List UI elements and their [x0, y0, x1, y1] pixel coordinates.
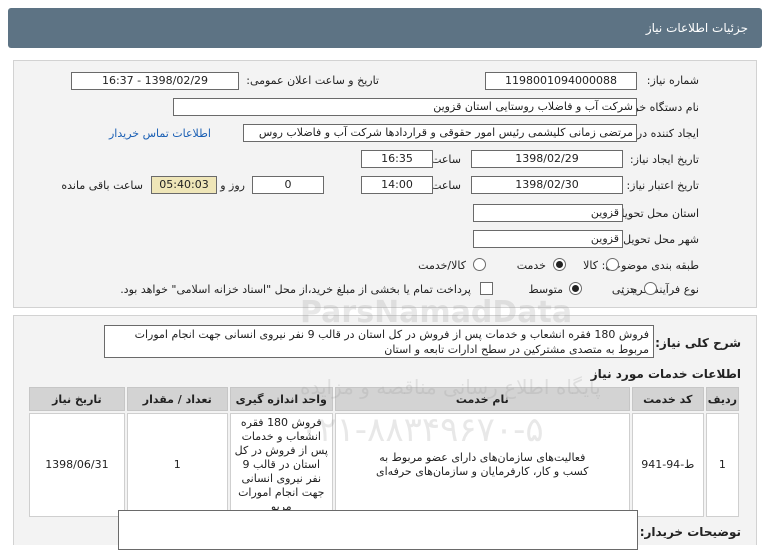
category-radio-goods-service[interactable]: [473, 258, 486, 271]
description-label: شرح کلی نیاز:: [655, 336, 741, 350]
category-goods-service-label: کالا/خدمت: [418, 259, 466, 272]
announce-label: تاریخ و ساعت اعلان عمومی:: [246, 74, 379, 87]
category-radio-goods[interactable]: [606, 258, 619, 271]
cell-date: 1398/06/31: [29, 413, 125, 517]
category-radio-service[interactable]: [553, 258, 566, 271]
process-radio-medium[interactable]: [569, 282, 582, 295]
remaining-time-field: 05:40:03: [151, 176, 217, 194]
announce-field: 1398/02/29 - 16:37: [71, 72, 239, 90]
watermark-phone: ۰۲۱-۸۸۳۴۹۶۷۰-۵: [300, 410, 544, 450]
buyer-contact-link[interactable]: اطلاعات تماس خریدار: [109, 127, 211, 140]
days-label: روز و: [220, 179, 245, 192]
process-radio-minor[interactable]: [644, 282, 657, 295]
cell-row: 1: [705, 413, 739, 517]
need-number-field: 1198001094000088: [485, 72, 637, 90]
need-details-panel: شماره نیاز: 1198001094000088 تاریخ و ساع…: [13, 60, 757, 308]
col-row: ردیف: [705, 387, 739, 411]
days-field: 0: [252, 176, 324, 194]
created-date-field: 1398/02/29: [471, 150, 623, 168]
validity-time-field: 14:00: [361, 176, 433, 194]
requester-field: مرتضی زمانی کلیشمی رئیس امور حقوقی و قرا…: [243, 124, 637, 142]
city-label: شهر محل تحویل:: [619, 233, 699, 246]
watermark-brand: ParsNamadData: [300, 295, 573, 330]
validity-date-field: 1398/02/30: [471, 176, 623, 194]
created-time-label: ساعت: [431, 153, 461, 166]
buyer-org-field: شرکت آب و فاضلاب روستایی استان قزوین: [173, 98, 637, 116]
cell-code: ط-94-941: [631, 413, 704, 517]
city-field: قزوین: [473, 230, 623, 248]
watermark-text: پایگاه اطلاع رسانی مناقصه و مزایده: [300, 375, 601, 399]
treasury-payment-checkbox[interactable]: [480, 282, 493, 295]
page-title: جزئیات اطلاعات نیاز: [645, 21, 748, 35]
category-service-label: خدمت: [516, 259, 546, 272]
col-code: کد خدمت: [631, 387, 704, 411]
buyer-notes-field: [118, 510, 638, 550]
page-header: جزئیات اطلاعات نیاز: [8, 8, 762, 48]
cell-qty: 1: [126, 413, 228, 517]
need-number-label: شماره نیاز:: [646, 74, 699, 87]
services-table: ردیف کد خدمت نام خدمت واحد اندازه گیری ت…: [27, 385, 741, 519]
process-minor-label: جزیی: [611, 283, 637, 296]
remaining-label: ساعت باقی مانده: [61, 179, 143, 192]
province-label: استان محل تحویل:: [612, 207, 699, 220]
col-date: تاریخ نیاز: [29, 387, 125, 411]
buyer-notes-label: توضیحات خریدار:: [639, 525, 741, 539]
category-goods-label: کالا: [583, 259, 598, 272]
province-field: قزوین: [473, 204, 623, 222]
services-title: اطلاعات خدمات مورد نیاز: [590, 367, 741, 381]
col-qty: تعداد / مقدار: [126, 387, 228, 411]
created-date-label: تاریخ ایجاد نیاز:: [629, 153, 699, 166]
created-time-field: 16:35: [361, 150, 433, 168]
validity-time-label: ساعت: [431, 179, 461, 192]
validity-label: تاریخ اعتبار نیاز:: [626, 179, 699, 192]
